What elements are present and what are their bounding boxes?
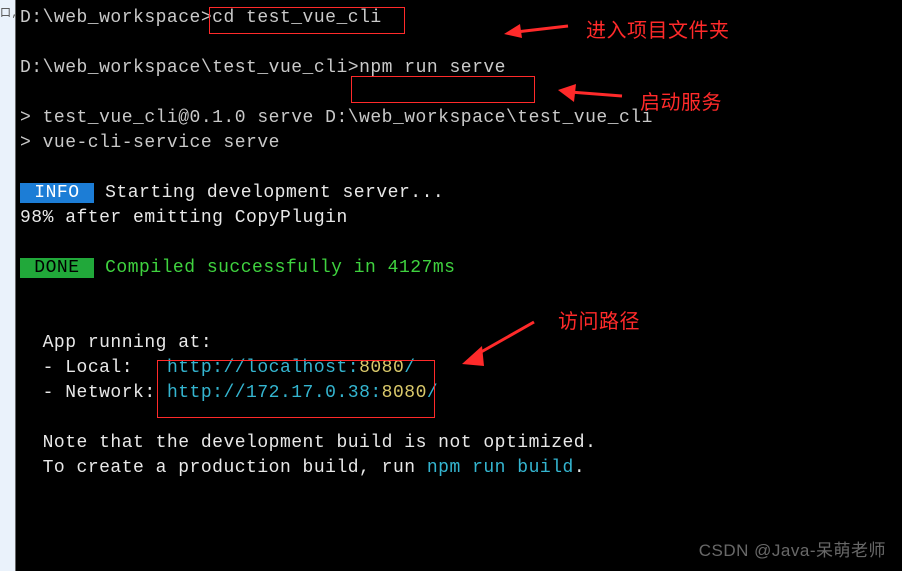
prompt-path-1: D:\web_workspace>	[20, 8, 212, 28]
blank-line	[16, 406, 902, 431]
blank-line	[16, 306, 902, 331]
note-line-1: Note that the development build is not o…	[16, 431, 902, 456]
local-port[interactable]: 8080	[359, 358, 404, 378]
prompt-line-1: D:\web_workspace>cd test_vue_cli	[16, 6, 902, 31]
network-slash[interactable]: /	[427, 383, 438, 403]
local-label: - Local:	[43, 358, 167, 378]
done-badge: DONE	[20, 258, 94, 278]
info-line: INFO Starting development server...	[16, 181, 902, 206]
output-line: > test_vue_cli@0.1.0 serve D:\web_worksp…	[16, 106, 902, 131]
strip-char: 口,	[0, 0, 16, 28]
output-line: > vue-cli-service serve	[16, 131, 902, 156]
note-2c: .	[574, 458, 585, 478]
terminal-window[interactable]: D:\web_workspace>cd test_vue_cli D:\web_…	[16, 0, 902, 571]
cmd-2: npm run serve	[359, 58, 506, 78]
left-strip: 口,	[0, 0, 16, 571]
local-slash[interactable]: /	[404, 358, 415, 378]
note-line-2: To create a production build, run npm ru…	[16, 456, 902, 481]
blank-line	[16, 281, 902, 306]
blank-line	[16, 231, 902, 256]
local-url[interactable]: http://localhost:	[167, 358, 359, 378]
app-running-line: App running at:	[16, 331, 902, 356]
info-text: Starting development server...	[94, 183, 444, 203]
blank-line	[16, 156, 902, 181]
note-1: Note that the development build is not o…	[43, 433, 597, 453]
prompt-path-2: D:\web_workspace\test_vue_cli>	[20, 58, 359, 78]
screenshot-canvas: 口, D:\web_workspace>cd test_vue_cli D:\w…	[0, 0, 902, 571]
blank-line	[16, 31, 902, 56]
network-port[interactable]: 8080	[382, 383, 427, 403]
app-running-label: App running at:	[43, 333, 213, 353]
network-url[interactable]: http://172.17.0.38:	[167, 383, 382, 403]
blank-line	[16, 81, 902, 106]
info-badge: INFO	[20, 183, 94, 203]
network-label: - Network:	[43, 383, 167, 403]
note-2a: To create a production build, run	[43, 458, 427, 478]
npm-run-build: npm run build	[427, 458, 574, 478]
done-text: Compiled successfully in 4127ms	[94, 258, 456, 278]
prompt-line-2: D:\web_workspace\test_vue_cli>npm run se…	[16, 56, 902, 81]
local-url-line: - Local: http://localhost:8080/	[16, 356, 902, 381]
network-url-line: - Network: http://172.17.0.38:8080/	[16, 381, 902, 406]
done-line: DONE Compiled successfully in 4127ms	[16, 256, 902, 281]
cmd-1: cd test_vue_cli	[212, 8, 382, 28]
progress-line: 98% after emitting CopyPlugin	[16, 206, 902, 231]
